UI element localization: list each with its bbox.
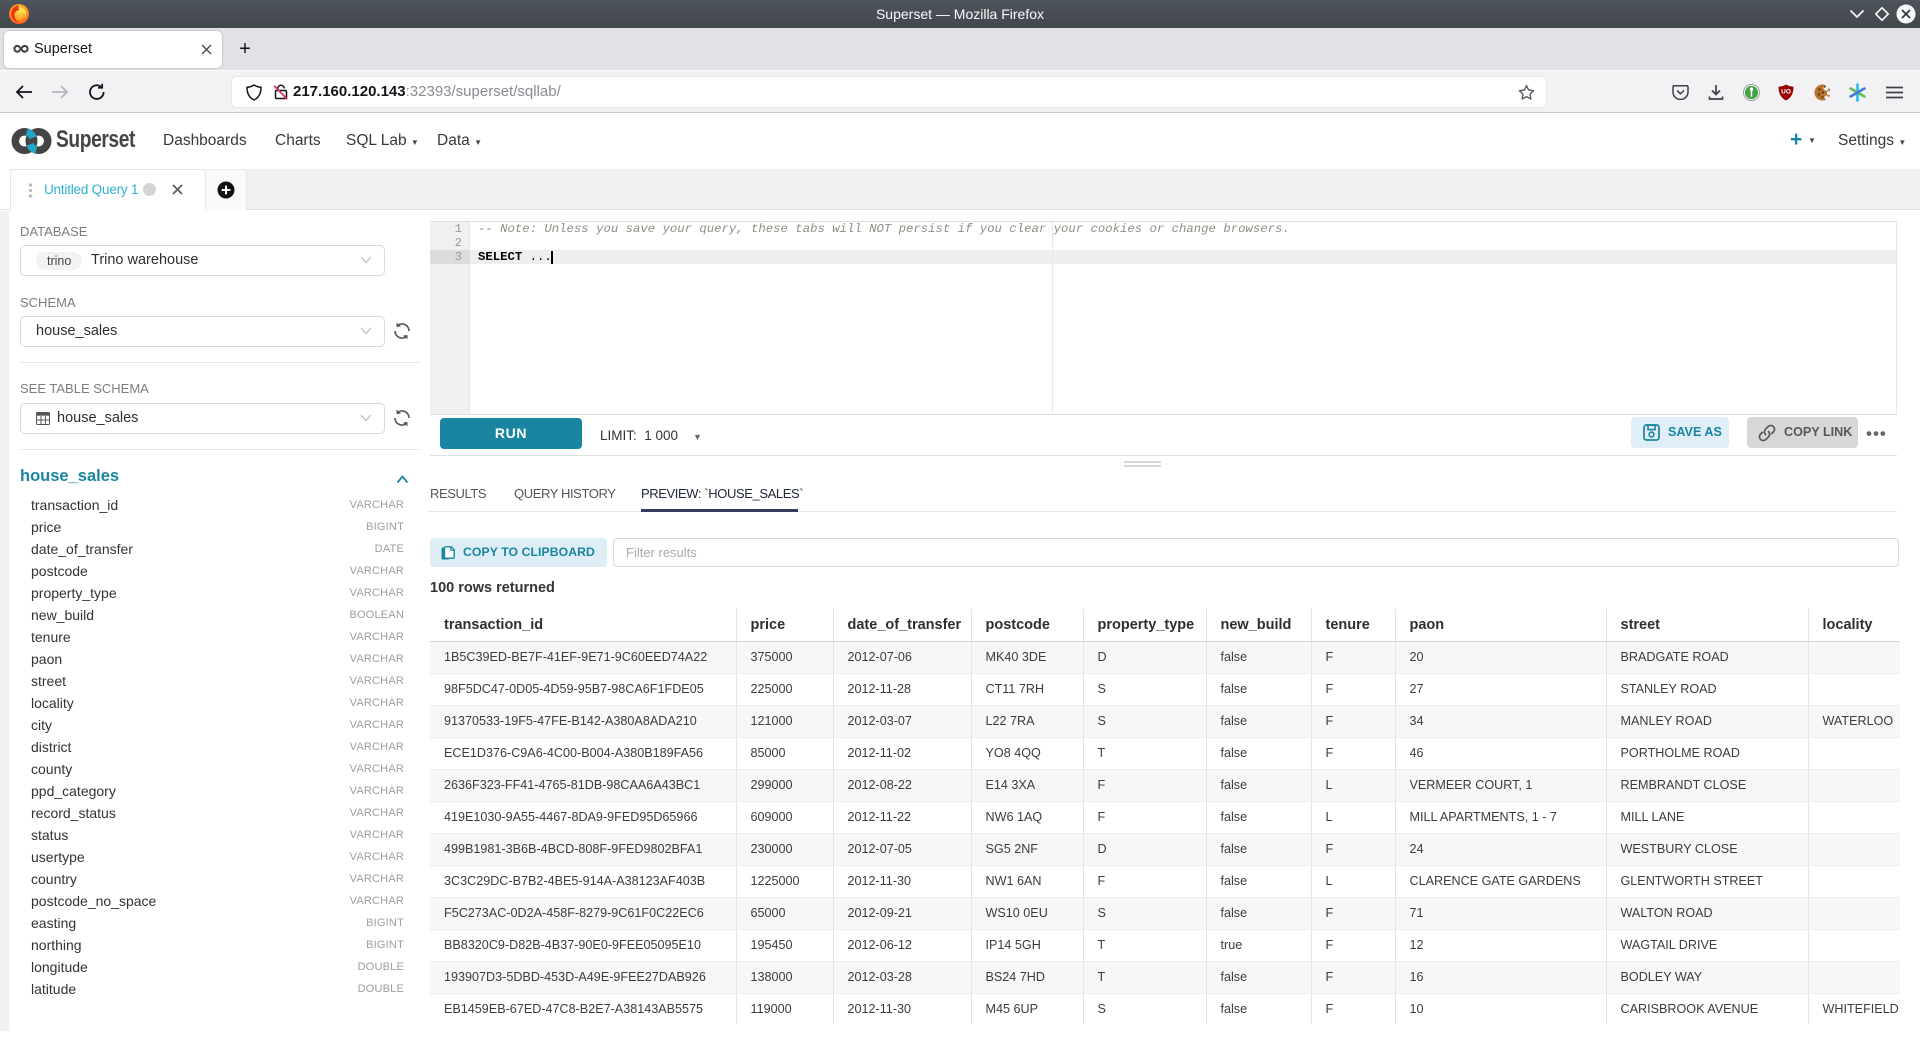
svg-text:UO: UO [1781,89,1791,96]
